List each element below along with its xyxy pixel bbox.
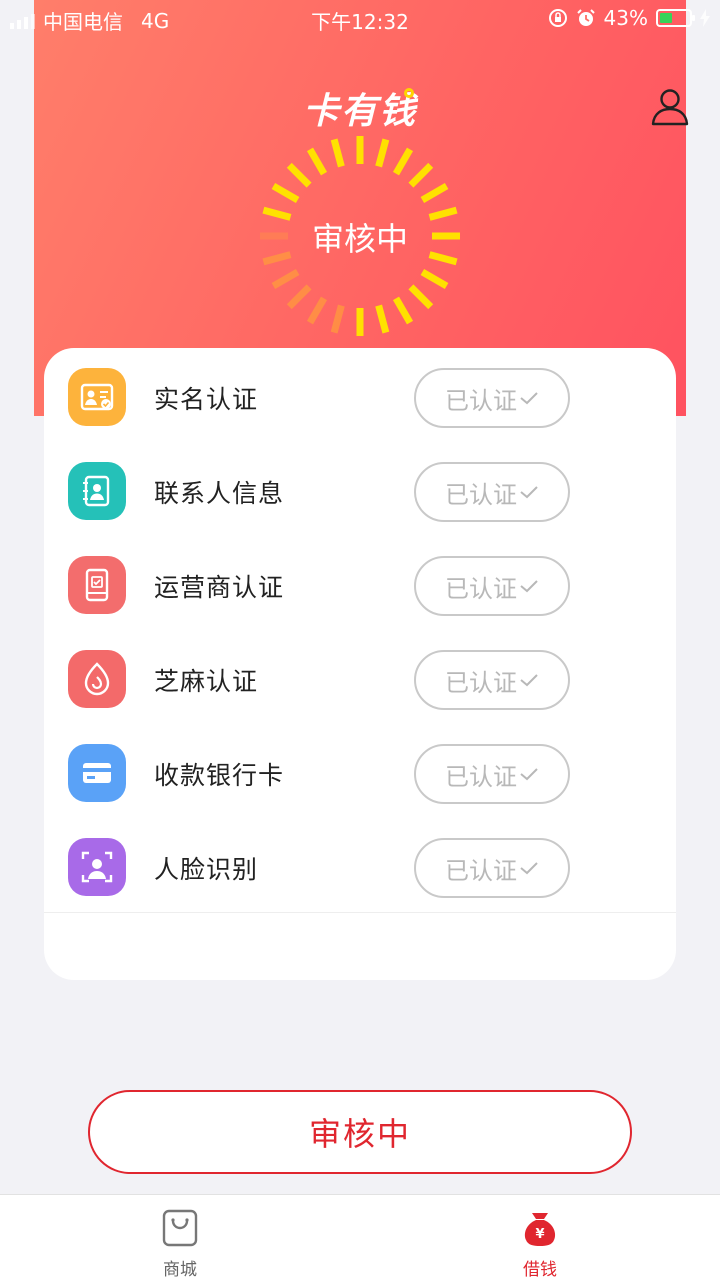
verified-status-text: 已认证	[445, 856, 517, 885]
verified-status-text: 已认证	[445, 386, 517, 415]
tab-borrow[interactable]: ¥ 借钱	[450, 1195, 630, 1280]
svg-text:¥: ¥	[535, 1227, 544, 1242]
verified-status-text: 已认证	[445, 574, 517, 603]
spinner-tick	[375, 138, 390, 168]
tab-mall[interactable]: 商城	[90, 1195, 270, 1280]
verified-status-button[interactable]: 已认证	[414, 838, 570, 898]
spinner-tick	[375, 304, 390, 334]
verified-status-button[interactable]: 已认证	[414, 744, 570, 804]
spinner-tick	[392, 296, 414, 325]
verification-label: 联系人信息	[154, 479, 285, 508]
app-logo-text: 卡有钱	[302, 91, 417, 132]
verification-label: 人脸识别	[154, 855, 259, 884]
contacts-icon	[68, 462, 126, 520]
spinner-tick	[306, 296, 328, 325]
logo-coin-icon	[404, 88, 414, 98]
status-indicator-text: 审核中	[311, 220, 408, 258]
verification-row-bank-card[interactable]: 收款银行卡 已认证	[44, 726, 676, 820]
verification-label: 实名认证	[154, 385, 259, 414]
status-bar: 中国电信 4G 下午12:32 43%	[0, 0, 720, 38]
shopping-bag-icon	[162, 1209, 198, 1247]
checkmark-icon	[520, 674, 538, 687]
tab-label: 商城	[163, 1260, 197, 1280]
spinner-tick	[408, 162, 434, 188]
bottom-tab-bar: 商城 ¥ 借钱	[0, 1194, 720, 1280]
spinner-tick	[408, 284, 434, 310]
alarm-icon	[576, 9, 595, 26]
spinner-tick	[271, 182, 300, 204]
checkmark-icon	[520, 862, 538, 875]
verified-status-text: 已认证	[445, 762, 517, 791]
checkmark-icon	[520, 486, 538, 499]
face-scan-icon	[68, 838, 126, 896]
verified-status-button[interactable]: 已认证	[414, 368, 570, 428]
sesame-icon	[68, 650, 126, 708]
verification-row-sesame[interactable]: 芝麻认证 已认证	[44, 632, 676, 726]
user-icon[interactable]	[650, 86, 690, 126]
spinner-tick	[286, 162, 312, 188]
verification-card: 实名认证 已认证 联系人信息 已认证 运营商认证 已认证 芝麻认证 已认证 收款…	[44, 348, 676, 980]
checkmark-icon	[520, 580, 538, 593]
money-bag-icon: ¥	[524, 1213, 556, 1246]
verified-status-text: 已认证	[445, 480, 517, 509]
charging-icon	[700, 9, 710, 27]
verified-status-button[interactable]: 已认证	[414, 556, 570, 616]
spinner-tick	[420, 268, 449, 290]
verification-label: 收款银行卡	[154, 761, 285, 790]
tab-label: 借钱	[523, 1260, 557, 1280]
checkmark-icon	[520, 392, 538, 405]
spinner-tick	[420, 182, 449, 204]
spinner-tick	[330, 304, 345, 334]
phone-icon	[68, 556, 126, 614]
verification-label: 运营商认证	[154, 573, 285, 602]
checkmark-icon	[520, 768, 538, 781]
spinner-tick	[330, 138, 345, 168]
app-logo: 卡有钱	[0, 82, 720, 134]
verification-label: 芝麻认证	[154, 667, 259, 696]
verification-row-contacts[interactable]: 联系人信息 已认证	[44, 444, 676, 538]
spinner-tick	[271, 268, 300, 290]
bank-card-icon	[68, 744, 126, 802]
battery-percent: 43%	[603, 6, 648, 30]
verified-status-button[interactable]: 已认证	[414, 650, 570, 710]
verification-row-face[interactable]: 人脸识别 已认证	[44, 820, 676, 914]
verification-row-realname[interactable]: 实名认证 已认证	[44, 350, 676, 444]
verified-status-button[interactable]: 已认证	[414, 462, 570, 522]
rotation-lock-icon	[548, 9, 567, 27]
spinner-tick	[286, 284, 312, 310]
spinner-tick	[392, 147, 414, 176]
battery-icon	[656, 9, 695, 27]
verification-row-carrier[interactable]: 运营商认证 已认证	[44, 538, 676, 632]
verified-status-text: 已认证	[445, 668, 517, 697]
spinner-tick	[306, 147, 328, 176]
card-divider	[44, 912, 676, 913]
id-card-icon	[68, 368, 126, 426]
under-review-button[interactable]: 审核中	[88, 1090, 632, 1174]
